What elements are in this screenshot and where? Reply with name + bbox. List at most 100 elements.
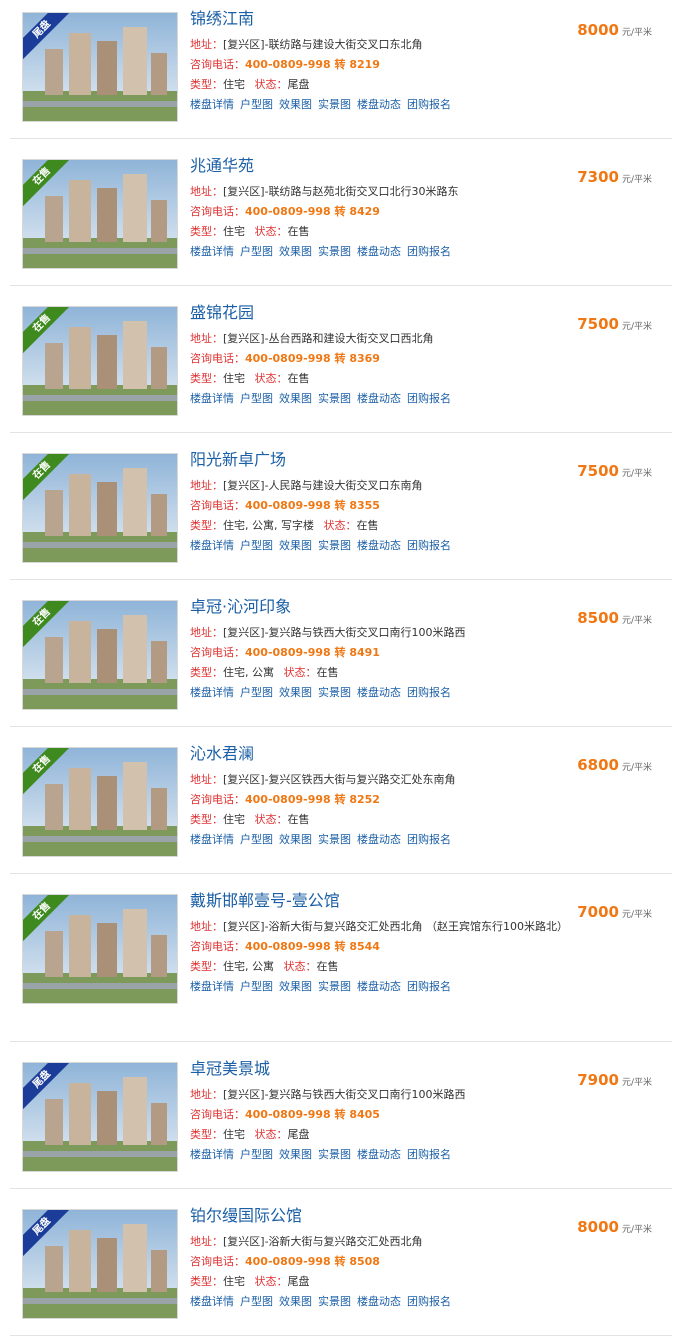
link-floorplan[interactable]: 户型图 bbox=[240, 245, 273, 258]
link-detail[interactable]: 楼盘详情 bbox=[190, 539, 234, 552]
status-value: 在售 bbox=[316, 666, 339, 679]
link-renderings[interactable]: 效果图 bbox=[279, 392, 312, 405]
price-value: 7000 bbox=[577, 903, 619, 921]
link-news[interactable]: 楼盘动态 bbox=[357, 1148, 401, 1161]
link-renderings[interactable]: 效果图 bbox=[279, 833, 312, 846]
listing-thumbnail[interactable]: 尾盘 bbox=[22, 12, 178, 122]
listing-item: 尾盘 锦绣江南 地址：[复兴区]-联纺路与建设大街交叉口东北角 咨询电话：400… bbox=[10, 0, 672, 139]
listing-name-link[interactable]: 阳光新卓广场 bbox=[190, 449, 570, 471]
listing-item: 尾盘 铂尔缦国际公馆 地址：[复兴区]-浴新大街与复兴路交汇处西北角 咨询电话：… bbox=[10, 1197, 672, 1336]
link-photos[interactable]: 实景图 bbox=[318, 1148, 351, 1161]
link-detail[interactable]: 楼盘详情 bbox=[190, 392, 234, 405]
address-label: 地址： bbox=[190, 479, 223, 492]
status-label: 状态： bbox=[254, 813, 288, 826]
link-news[interactable]: 楼盘动态 bbox=[357, 1295, 401, 1308]
listing-name-link[interactable]: 铂尔缦国际公馆 bbox=[190, 1205, 570, 1227]
link-photos[interactable]: 实景图 bbox=[318, 686, 351, 699]
link-renderings[interactable]: 效果图 bbox=[279, 539, 312, 552]
listing-name-link[interactable]: 兆通华苑 bbox=[190, 155, 570, 177]
link-photos[interactable]: 实景图 bbox=[318, 1295, 351, 1308]
link-detail[interactable]: 楼盘详情 bbox=[190, 686, 234, 699]
link-detail[interactable]: 楼盘详情 bbox=[190, 245, 234, 258]
link-group-buy[interactable]: 团购报名 bbox=[407, 539, 451, 552]
link-news[interactable]: 楼盘动态 bbox=[357, 539, 401, 552]
type-value: 住宅 bbox=[223, 78, 245, 91]
phone-label: 咨询电话： bbox=[190, 499, 245, 512]
link-news[interactable]: 楼盘动态 bbox=[357, 392, 401, 405]
address-row: 地址：[复兴区]-浴新大街与复兴路交汇处西北角 bbox=[190, 1232, 570, 1252]
listing-item: 在售 盛锦花园 地址：[复兴区]-丛台西路和建设大街交叉口西北角 咨询电话：40… bbox=[10, 294, 672, 433]
link-news[interactable]: 楼盘动态 bbox=[357, 980, 401, 993]
status-label: 状态： bbox=[283, 960, 317, 973]
listing-thumbnail[interactable]: 在售 bbox=[22, 600, 178, 710]
address-label: 地址： bbox=[190, 773, 223, 786]
link-detail[interactable]: 楼盘详情 bbox=[190, 1148, 234, 1161]
price-value: 8500 bbox=[577, 609, 619, 627]
link-renderings[interactable]: 效果图 bbox=[279, 1148, 312, 1161]
link-photos[interactable]: 实景图 bbox=[318, 98, 351, 111]
link-group-buy[interactable]: 团购报名 bbox=[407, 1148, 451, 1161]
phone-label: 咨询电话： bbox=[190, 1108, 245, 1121]
type-row: 类型：住宅, 公寓, 写字楼 状态：在售 bbox=[190, 516, 570, 536]
listing-thumbnail[interactable]: 尾盘 bbox=[22, 1062, 178, 1172]
listing-thumbnail[interactable]: 在售 bbox=[22, 306, 178, 416]
link-group-buy[interactable]: 团购报名 bbox=[407, 980, 451, 993]
listing-links: 楼盘详情 户型图 效果图 实景图 楼盘动态 团购报名 bbox=[190, 389, 570, 409]
link-detail[interactable]: 楼盘详情 bbox=[190, 1295, 234, 1308]
link-photos[interactable]: 实景图 bbox=[318, 980, 351, 993]
listing-item: 在售 卓冠·沁河印象 地址：[复兴区]-复兴路与铁西大街交叉口南行100米路西 … bbox=[10, 588, 672, 727]
link-renderings[interactable]: 效果图 bbox=[279, 1295, 312, 1308]
type-row: 类型：住宅 状态：在售 bbox=[190, 810, 570, 830]
link-floorplan[interactable]: 户型图 bbox=[240, 686, 273, 699]
link-news[interactable]: 楼盘动态 bbox=[357, 686, 401, 699]
link-group-buy[interactable]: 团购报名 bbox=[407, 245, 451, 258]
link-floorplan[interactable]: 户型图 bbox=[240, 392, 273, 405]
link-photos[interactable]: 实景图 bbox=[318, 392, 351, 405]
listing-name-link[interactable]: 戴斯邯郸壹号-壹公馆 bbox=[190, 890, 570, 912]
link-floorplan[interactable]: 户型图 bbox=[240, 539, 273, 552]
listing-thumbnail[interactable]: 尾盘 bbox=[22, 1209, 178, 1319]
link-renderings[interactable]: 效果图 bbox=[279, 245, 312, 258]
phone-row: 咨询电话：400-0809-998 转 8491 bbox=[190, 643, 570, 663]
link-renderings[interactable]: 效果图 bbox=[279, 98, 312, 111]
type-label: 类型： bbox=[190, 813, 223, 826]
phone-row: 咨询电话：400-0809-998 转 8429 bbox=[190, 202, 570, 222]
address-label: 地址： bbox=[190, 1235, 223, 1248]
link-group-buy[interactable]: 团购报名 bbox=[407, 686, 451, 699]
link-detail[interactable]: 楼盘详情 bbox=[190, 980, 234, 993]
link-floorplan[interactable]: 户型图 bbox=[240, 1295, 273, 1308]
link-group-buy[interactable]: 团购报名 bbox=[407, 98, 451, 111]
link-group-buy[interactable]: 团购报名 bbox=[407, 392, 451, 405]
status-label: 状态： bbox=[323, 519, 357, 532]
link-floorplan[interactable]: 户型图 bbox=[240, 98, 273, 111]
link-floorplan[interactable]: 户型图 bbox=[240, 833, 273, 846]
link-news[interactable]: 楼盘动态 bbox=[357, 833, 401, 846]
phone-label: 咨询电话： bbox=[190, 793, 245, 806]
listing-thumbnail[interactable]: 在售 bbox=[22, 159, 178, 269]
listing-thumbnail[interactable]: 在售 bbox=[22, 894, 178, 1004]
price-block: 6800 元/平米 bbox=[577, 755, 652, 774]
price-unit: 元/平米 bbox=[621, 1078, 652, 1088]
listing-name-link[interactable]: 盛锦花园 bbox=[190, 302, 570, 324]
link-group-buy[interactable]: 团购报名 bbox=[407, 833, 451, 846]
link-renderings[interactable]: 效果图 bbox=[279, 686, 312, 699]
listing-thumbnail[interactable]: 在售 bbox=[22, 747, 178, 857]
listing-thumbnail[interactable]: 在售 bbox=[22, 453, 178, 563]
listing-name-link[interactable]: 沁水君澜 bbox=[190, 743, 570, 765]
phone-row: 咨询电话：400-0809-998 转 8405 bbox=[190, 1105, 570, 1125]
link-news[interactable]: 楼盘动态 bbox=[357, 98, 401, 111]
link-floorplan[interactable]: 户型图 bbox=[240, 980, 273, 993]
link-news[interactable]: 楼盘动态 bbox=[357, 245, 401, 258]
link-photos[interactable]: 实景图 bbox=[318, 539, 351, 552]
link-group-buy[interactable]: 团购报名 bbox=[407, 1295, 451, 1308]
listing-name-link[interactable]: 锦绣江南 bbox=[190, 8, 570, 30]
link-renderings[interactable]: 效果图 bbox=[279, 980, 312, 993]
link-photos[interactable]: 实景图 bbox=[318, 833, 351, 846]
listing-name-link[interactable]: 卓冠·沁河印象 bbox=[190, 596, 570, 618]
listing-name-link[interactable]: 卓冠美景城 bbox=[190, 1058, 570, 1080]
link-floorplan[interactable]: 户型图 bbox=[240, 1148, 273, 1161]
link-photos[interactable]: 实景图 bbox=[318, 245, 351, 258]
link-detail[interactable]: 楼盘详情 bbox=[190, 98, 234, 111]
link-detail[interactable]: 楼盘详情 bbox=[190, 833, 234, 846]
type-value: 住宅 bbox=[223, 1128, 245, 1141]
